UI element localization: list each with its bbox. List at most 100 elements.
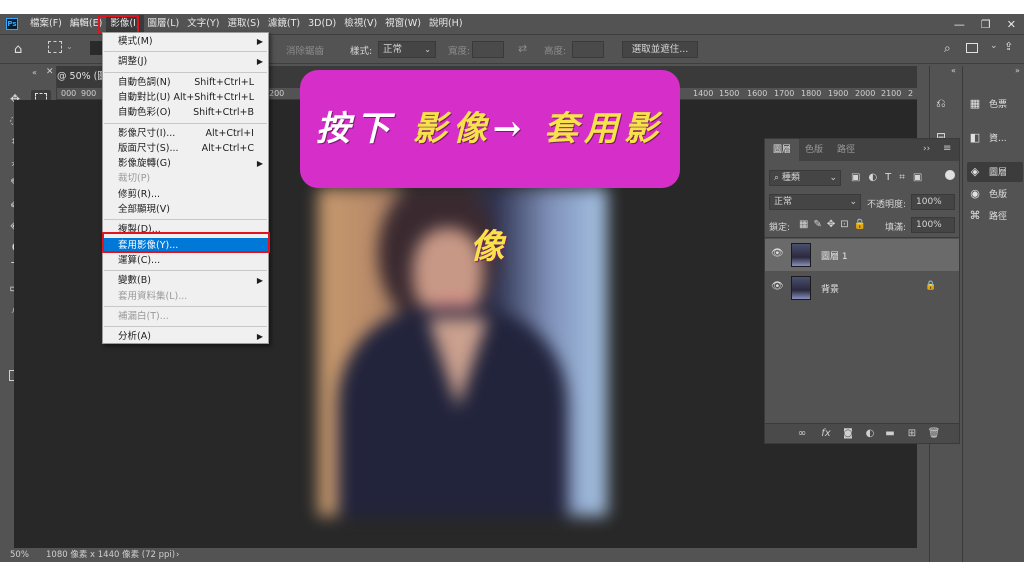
lock-options-icons[interactable]: ▦✎✥⊡🔒	[799, 219, 871, 230]
menu-view[interactable]: 檢視(V)	[340, 15, 381, 33]
image-menu-item: 補漏白(T)...	[103, 309, 268, 324]
image-menu-item[interactable]: 調整(J) ▶	[103, 54, 268, 69]
dock-libraries[interactable]: ◧ 資...	[967, 128, 1023, 148]
document-photo[interactable]	[318, 188, 607, 516]
photoshop-logo-icon: Ps	[6, 18, 18, 30]
menu-item-label: 影像尺寸(I)...	[118, 127, 176, 139]
tab-paths[interactable]: 路徑	[829, 139, 863, 161]
menu-item-label: 補漏白(T)...	[118, 310, 169, 322]
layer-row-layer1[interactable]: 👁 圖層 1	[765, 239, 959, 271]
layer-name: 背景	[821, 285, 840, 295]
delete-layer-icon[interactable]: 🗑	[927, 427, 941, 441]
blend-mode-select[interactable]: 正常 ⌄	[769, 194, 861, 210]
image-menu-item[interactable]: 模式(M) ▶	[103, 34, 268, 49]
adjustment-layer-icon[interactable]: ◐	[863, 427, 877, 441]
minimize-button[interactable]: —	[954, 18, 965, 31]
chevron-down-icon[interactable]: ⌄	[66, 42, 73, 51]
layer-row-background[interactable]: 👁 背景 🔒	[765, 272, 959, 304]
menu-3d[interactable]: 3D(D)	[304, 15, 340, 33]
image-menu-item[interactable]: 自動對比(U) Alt+Shift+Ctrl+L	[103, 90, 268, 105]
layer-filter-select[interactable]: ⌕ 種類 ⌄	[769, 170, 841, 186]
anti-alias-checkbox-label[interactable]: 消除鋸齒	[286, 43, 324, 57]
collapse-panel-icon[interactable]: «	[32, 68, 37, 77]
new-group-icon[interactable]: ▬	[883, 427, 897, 441]
filter-toggle-icon[interactable]	[945, 170, 955, 180]
document-tab-title: @ 50% (圖	[57, 71, 107, 82]
link-layers-icon[interactable]: ∞	[795, 427, 809, 441]
style-select[interactable]: 正常 ⌄	[378, 41, 436, 58]
width-label: 寬度:	[448, 46, 471, 57]
marquee-tool-preset-icon[interactable]	[48, 41, 62, 53]
layer-style-icon[interactable]: fx	[819, 427, 833, 441]
dock-paths[interactable]: ⌘ 路徑	[967, 206, 1023, 226]
tab-channels[interactable]: 色版	[797, 139, 831, 161]
ruler-tick: 1700	[774, 89, 795, 98]
add-mask-icon[interactable]: ◙	[841, 427, 855, 441]
dock-swatches[interactable]: ▦ 色票	[967, 94, 1023, 114]
menu-item-label: 自動色調(N)	[118, 76, 171, 88]
layer-filter-icons[interactable]: ▣◐T⌗▣	[851, 172, 930, 183]
menu-type[interactable]: 文字(Y)	[183, 15, 223, 33]
image-menu-item[interactable]: 影像尺寸(I)... Alt+Ctrl+I	[103, 126, 268, 141]
height-input[interactable]	[572, 41, 604, 58]
image-menu-item[interactable]: 自動色彩(O) Shift+Ctrl+B	[103, 105, 268, 120]
restore-button[interactable]: ❐	[981, 18, 991, 31]
menu-filter[interactable]: 濾鏡(T)	[264, 15, 304, 33]
image-menu-item[interactable]: 分析(A) ▶	[103, 329, 268, 344]
opacity-input[interactable]: 100%	[911, 194, 955, 210]
selection-mode-icon[interactable]	[90, 41, 102, 55]
menu-item-label: 調整(J)	[118, 56, 148, 68]
select-and-mask-button[interactable]: 選取並遮住...	[622, 41, 698, 58]
close-button[interactable]: ✕	[1007, 18, 1016, 31]
paths-icon: ⌘	[969, 209, 981, 222]
image-menu-item[interactable]: 修剪(R)...	[103, 187, 268, 202]
menu-item-label: 版面尺寸(S)...	[118, 142, 179, 154]
menu-item-label: 分析(A)	[118, 331, 151, 343]
visibility-eye-icon[interactable]: 👁	[771, 281, 784, 292]
expand-panel-icon[interactable]: ››	[923, 144, 930, 154]
fill-input[interactable]: 100%	[911, 217, 955, 233]
tab-layers[interactable]: 圖層	[765, 139, 800, 161]
image-menu-item[interactable]: 版面尺寸(S)... Alt+Ctrl+C	[103, 141, 268, 156]
search-icon[interactable]: ⌕	[944, 41, 951, 56]
swap-icon[interactable]: ⇄	[518, 42, 527, 55]
collapse-dock-icon[interactable]: «	[951, 66, 956, 75]
menu-item-label: 模式(M)	[118, 36, 153, 47]
dock-channels[interactable]: ◉ 色版	[967, 184, 1023, 204]
annotation-part2: 影像	[412, 109, 493, 149]
ruler-tick: 2	[908, 89, 914, 98]
channels-icon: ◉	[970, 187, 980, 200]
menu-window[interactable]: 視窗(W)	[381, 15, 425, 33]
zoom-level[interactable]: 50%	[10, 548, 29, 562]
image-menu-item[interactable]: 運算(C)...	[103, 253, 268, 268]
collapse-dock-icon[interactable]: »	[1015, 66, 1020, 75]
layers-panel-footer: ∞ fx ◙ ◐ ▬ ⊞ 🗑	[765, 423, 959, 443]
new-layer-icon[interactable]: ⊞	[905, 427, 919, 441]
workspace-chevron-icon[interactable]: ⌄	[990, 41, 998, 51]
dock-channels-label: 色版	[989, 190, 1008, 200]
image-menu-item[interactable]: 自動色調(N) Shift+Ctrl+L	[103, 75, 268, 90]
home-icon[interactable]: ⌂	[14, 42, 22, 57]
menu-item-shortcut: Shift+Ctrl+B	[193, 107, 254, 119]
workspace-icon[interactable]	[966, 43, 978, 53]
image-menu-item[interactable]: 影像旋轉(G) ▶	[103, 156, 268, 171]
ruler-tick: 1900	[828, 89, 849, 98]
dock-layers[interactable]: ◈ 圖層	[967, 162, 1023, 182]
menu-help[interactable]: 說明(H)	[425, 15, 467, 33]
history-icon[interactable]: ⎌	[936, 96, 946, 111]
share-icon[interactable]: ⇪	[1004, 40, 1013, 53]
panel-menu-icon[interactable]: ≡	[943, 143, 951, 154]
menu-select[interactable]: 選取(S)	[223, 15, 263, 33]
chevron-right-icon[interactable]: ›	[176, 548, 179, 562]
close-panel-icon[interactable]: ✕	[46, 67, 54, 77]
swatches-icon: ▦	[969, 97, 981, 110]
visibility-eye-icon[interactable]: 👁	[771, 248, 784, 259]
panel-dock-labels: » ▦ 色票 ◧ 資... ◈ 圖層 ◉ 色版 ⌘ 路徑	[962, 66, 1024, 562]
ruler-tick: 1600	[747, 89, 768, 98]
width-input[interactable]	[472, 41, 504, 58]
menu-layer[interactable]: 圖層(L)	[144, 15, 184, 33]
menu-file[interactable]: 檔案(F)	[26, 15, 66, 33]
image-menu-item[interactable]: 變數(B) ▶	[103, 273, 268, 288]
submenu-arrow-icon: ▶	[256, 276, 263, 286]
image-menu-item[interactable]: 全部顯現(V)	[103, 202, 268, 217]
